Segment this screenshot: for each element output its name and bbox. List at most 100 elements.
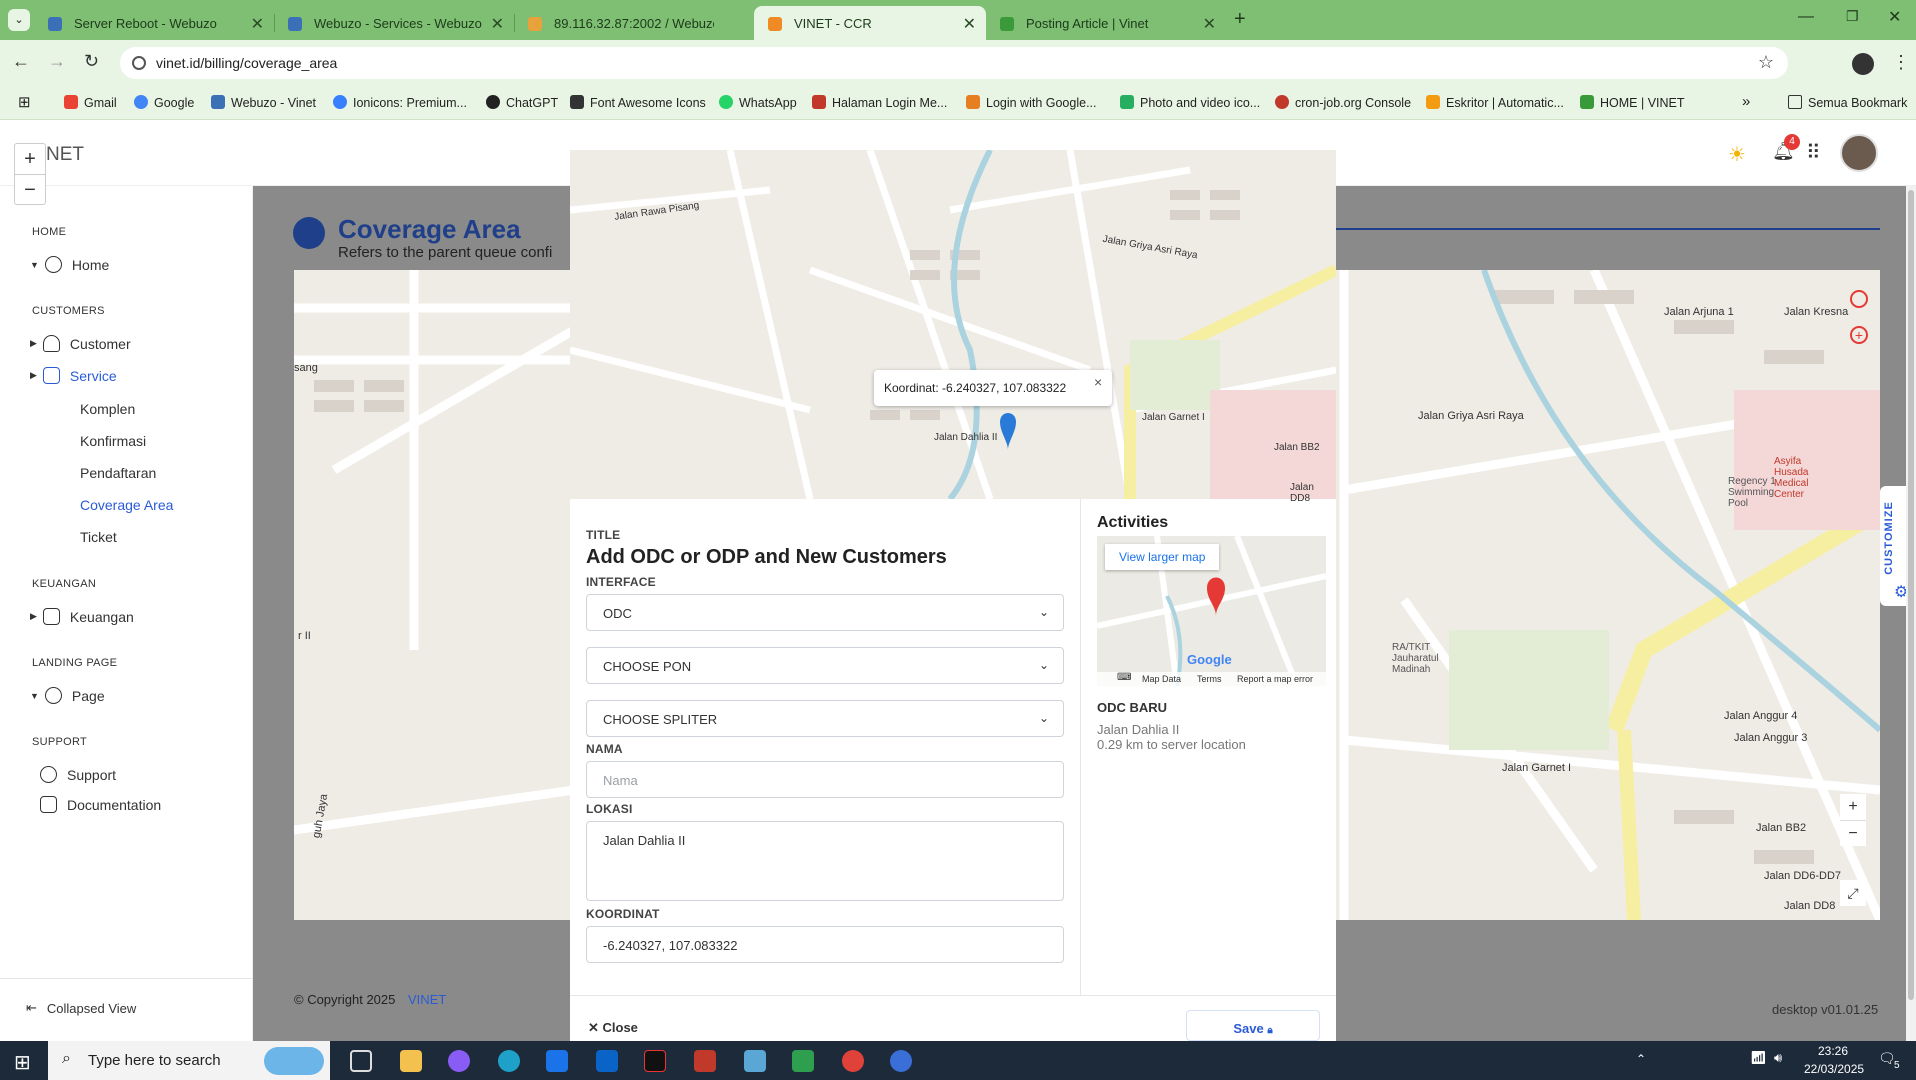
browser-menu-icon[interactable]: ⋮ <box>1892 52 1910 73</box>
report-map-error-link[interactable]: Report a map error <box>1237 674 1313 684</box>
window-minimize-icon[interactable]: — <box>1798 8 1814 26</box>
bookmark-star-icon[interactable]: ☆ <box>1758 52 1774 73</box>
popup-close-icon[interactable]: × <box>1094 374 1102 390</box>
close-button[interactable]: ✕ Close <box>588 1020 638 1036</box>
browser-tab[interactable]: 89.116.32.87:2002 / Webuzo Si... <box>514 6 754 40</box>
taskbar-time[interactable]: 23:26 <box>1818 1044 1848 1058</box>
tab-close-icon[interactable]: ✕ <box>963 14 976 34</box>
apps-grid-icon[interactable]: ⊞ <box>18 93 31 111</box>
filezilla-icon[interactable] <box>694 1050 716 1072</box>
page-scrollbar[interactable] <box>1906 186 1916 1041</box>
window-close-icon[interactable]: ✕ <box>1888 7 1901 27</box>
outlook-icon[interactable] <box>596 1050 618 1072</box>
sidebar-item-customer[interactable]: ▶ Customer <box>30 335 131 352</box>
bookmark-gmail[interactable]: Gmail <box>64 95 117 110</box>
back-arrow-icon[interactable]: ← <box>12 51 30 72</box>
url-text[interactable]: vinet.id/billing/coverage_area <box>156 55 337 71</box>
koordinat-input[interactable]: -6.240327, 107.083322 <box>586 926 1064 963</box>
address-bar[interactable]: vinet.id/billing/coverage_area ☆ <box>120 47 1788 79</box>
taskbar-date[interactable]: 22/03/2025 <box>1804 1062 1864 1076</box>
browser-tab-active[interactable]: VINET - CCR ✕ <box>754 6 986 40</box>
bookmark-whatsapp[interactable]: WhatsApp <box>719 95 797 110</box>
fullscreen-icon[interactable]: ⤢ <box>1840 880 1866 906</box>
bookmark-photo-video[interactable]: Photo and video ico... <box>1120 95 1260 110</box>
bookmark-google[interactable]: Google <box>134 95 194 110</box>
theme-sun-icon[interactable]: ☀ <box>1728 142 1746 167</box>
site-info-icon[interactable] <box>132 56 146 70</box>
notepad-icon[interactable] <box>744 1050 766 1072</box>
profile-avatar[interactable] <box>1852 53 1874 75</box>
zoom-out-button[interactable]: − <box>15 174 45 204</box>
map-zoom-out-button[interactable]: − <box>1840 820 1866 846</box>
sidebar-sub-pendaftaran[interactable]: Pendaftaran <box>80 465 156 481</box>
reload-icon[interactable]: ↻ <box>84 51 99 72</box>
bookmark-chatgpt[interactable]: ChatGPT <box>486 95 558 110</box>
edge-icon[interactable] <box>498 1050 520 1072</box>
map-zoom-in-button[interactable]: + <box>1840 794 1866 820</box>
sidebar-sub-komplen[interactable]: Komplen <box>80 401 135 417</box>
bookmark-cron-job[interactable]: cron-job.org Console <box>1275 95 1411 110</box>
sidebar-sub-ticket[interactable]: Ticket <box>80 529 117 545</box>
all-bookmarks-folder[interactable]: Semua Bookmark <box>1788 95 1907 110</box>
app-logo[interactable]: NET <box>46 144 84 166</box>
view-larger-map-link[interactable]: View larger map <box>1105 544 1220 570</box>
forward-arrow-icon[interactable]: → <box>48 51 66 72</box>
new-tab-button[interactable]: + <box>1234 8 1246 31</box>
sidebar-item-home[interactable]: ▼ Home <box>30 256 109 273</box>
interface-select[interactable]: ODC ⌄ <box>586 594 1064 631</box>
bookmark-font-awesome[interactable]: Font Awesome Icons <box>570 95 706 110</box>
nama-input[interactable]: Nama <box>586 761 1064 798</box>
bookmark-eskritor[interactable]: Eskritor | Automatic... <box>1426 95 1564 110</box>
add-marker-icon[interactable]: + <box>1850 326 1868 344</box>
tab-close-icon[interactable]: ✕ <box>1203 14 1216 34</box>
spreadsheet-icon[interactable] <box>792 1050 814 1072</box>
bookmark-webuzo[interactable]: Webuzo - Vinet <box>211 95 316 110</box>
sidebar-sub-konfirmasi[interactable]: Konfirmasi <box>80 433 146 449</box>
taskbar-search-box[interactable]: ⌕ Type here to search <box>48 1041 330 1080</box>
volume-icon[interactable]: 🔊︎ <box>1774 1050 1782 1066</box>
bookmark-ionicons[interactable]: Ionicons: Premium... <box>333 95 467 110</box>
pon-select[interactable]: CHOOSE PON ⌄ <box>586 647 1064 684</box>
file-explorer-icon[interactable] <box>400 1050 422 1072</box>
tiktok-icon[interactable] <box>644 1050 666 1072</box>
terms-link[interactable]: Terms <box>1197 674 1222 684</box>
spliter-select[interactable]: CHOOSE SPLITER ⌄ <box>586 700 1064 737</box>
keyboard-icon[interactable]: ⌨ <box>1117 672 1131 683</box>
system-tray-up-icon[interactable]: ⌃ <box>1636 1052 1646 1066</box>
tab-close-icon[interactable]: ✕ <box>491 14 504 34</box>
tab-search-button[interactable]: ⌄ <box>8 9 30 31</box>
zoom-in-button[interactable]: + <box>15 144 45 174</box>
footer-brand-link[interactable]: VINET <box>408 992 446 1007</box>
more-bookmarks-icon[interactable]: » <box>1742 93 1750 110</box>
browser-tab[interactable]: Server Reboot - Webuzo ✕ <box>34 6 275 40</box>
bookmark-home-vinet[interactable]: HOME | VINET <box>1580 95 1685 110</box>
modal-map[interactable]: Jalan Rawa Pisang Jalan Griya Asri Raya … <box>569 148 1339 504</box>
browser-tab[interactable]: Posting Article | Vinet ✕ <box>986 6 1226 40</box>
window-restore-icon[interactable]: ❐ <box>1846 8 1859 25</box>
tab-close-icon[interactable]: ✕ <box>251 14 264 34</box>
apps-grid-icon[interactable]: ⠿ <box>1806 140 1821 165</box>
copilot-icon[interactable] <box>448 1050 470 1072</box>
map-data-link[interactable]: Map Data <box>1142 674 1181 684</box>
sidebar-sub-coverage-area[interactable]: Coverage Area <box>80 497 173 513</box>
sidebar-item-service[interactable]: ▶ Service <box>30 367 117 384</box>
scrollbar-thumb[interactable] <box>1908 190 1914 1000</box>
user-avatar[interactable] <box>1840 134 1878 172</box>
app-icon[interactable] <box>890 1050 912 1072</box>
lokasi-textarea[interactable]: Jalan Dahlia II <box>586 821 1064 901</box>
network-icon[interactable]: 📶︎ <box>1750 1050 1767 1066</box>
bookmark-halaman-login[interactable]: Halaman Login Me... <box>812 95 947 110</box>
store-icon[interactable] <box>546 1050 568 1072</box>
sidebar-item-support[interactable]: Support <box>40 766 116 783</box>
bookmark-login-google[interactable]: Login with Google... <box>966 95 1097 110</box>
sidebar-item-documentation[interactable]: Documentation <box>40 796 161 813</box>
locate-me-icon[interactable] <box>1850 290 1868 308</box>
save-button[interactable]: Save 🔒︎ <box>1186 1010 1320 1041</box>
sidebar-item-page[interactable]: ▼ Page <box>30 687 105 704</box>
windows-start-icon[interactable]: ⊞ <box>14 1050 31 1075</box>
activity-map-preview[interactable]: View larger map Google ⌨ Map Data Terms … <box>1096 534 1327 688</box>
browser-tab[interactable]: Webuzo - Services - Webuzo ✕ <box>274 6 515 40</box>
task-view-icon[interactable] <box>350 1050 372 1072</box>
chrome-icon[interactable] <box>842 1050 864 1072</box>
sidebar-item-keuangan[interactable]: ▶ Keuangan <box>30 608 134 625</box>
